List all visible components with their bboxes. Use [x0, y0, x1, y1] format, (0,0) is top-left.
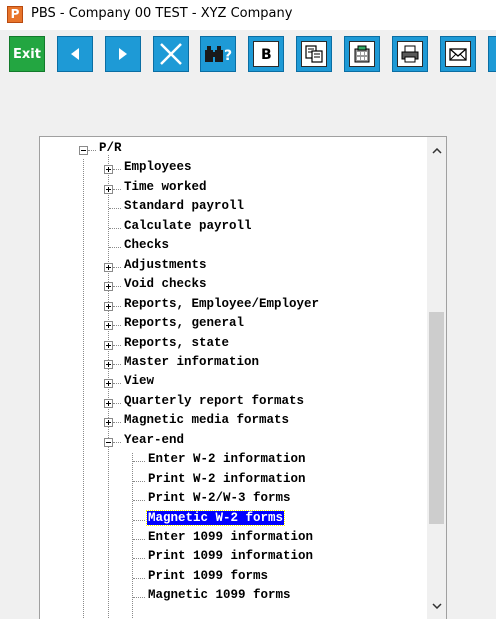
- window-title: PBS - Company 00 TEST - XYZ Company: [31, 6, 293, 21]
- tree-node-label: Adjustments: [124, 257, 207, 272]
- tree-node-print-1099-forms[interactable]: Print 1099 forms: [40, 569, 420, 588]
- tree-node-magnetic-media-formats[interactable]: Magnetic media formats: [40, 413, 420, 432]
- calculator-icon: [349, 41, 375, 67]
- tree-node-pr[interactable]: P/R: [40, 141, 420, 160]
- tree-node-magnetic-1099-forms[interactable]: Magnetic 1099 forms: [40, 588, 420, 607]
- tree-node-label: Print 1099 information: [148, 549, 314, 564]
- tree-node-magnetic-w-2-forms[interactable]: Magnetic W-2 forms: [40, 509, 420, 530]
- tree-node-label: Void checks: [124, 277, 207, 292]
- tree-node-enter-w-2-information[interactable]: Enter W-2 information: [40, 452, 420, 471]
- cancel-x-icon: [158, 41, 184, 67]
- tree-node-reports-state[interactable]: Reports, state: [40, 336, 420, 355]
- find-binoculars-icon: ?: [203, 42, 233, 66]
- copy-button[interactable]: [296, 36, 332, 72]
- expand-icon[interactable]: [104, 301, 113, 311]
- toolbar-overflow-button[interactable]: [488, 36, 496, 72]
- scroll-down-button[interactable]: [427, 596, 446, 615]
- svg-text:B: B: [261, 47, 272, 62]
- print-button[interactable]: [392, 36, 428, 72]
- tree-node-label: Reports, general: [124, 316, 245, 331]
- tree-node-label: P/R: [99, 141, 122, 155]
- tree-node-reports-employee-employer[interactable]: Reports, Employee/Employer: [40, 297, 420, 316]
- tree-node-label: Magnetic media formats: [124, 413, 290, 428]
- tree-node-label: Checks: [124, 238, 170, 253]
- tree-node-checks[interactable]: Checks: [40, 238, 420, 257]
- title-bar: P PBS - Company 00 TEST - XYZ Company: [0, 0, 496, 30]
- selected-tree-node-label: Magnetic W-2 forms: [145, 509, 286, 526]
- expand-icon[interactable]: [104, 359, 113, 369]
- collapse-icon[interactable]: [104, 437, 113, 447]
- toolbar: Exit ? B: [0, 33, 496, 79]
- tree-node-label: Calculate payroll: [124, 218, 252, 233]
- tree-node-label: Print W-2 information: [148, 471, 306, 486]
- tree-node-reports-general[interactable]: Reports, general: [40, 316, 420, 335]
- tree-node-year-end[interactable]: Year-end: [40, 433, 420, 452]
- tree-node-label: Standard payroll: [124, 199, 245, 214]
- tree-node-label: Quarterly report formats: [124, 393, 305, 408]
- svg-text:?: ?: [224, 48, 232, 64]
- tree-node-void-checks[interactable]: Void checks: [40, 277, 420, 296]
- expand-icon[interactable]: [104, 282, 113, 292]
- tree-node-adjustments[interactable]: Adjustments: [40, 258, 420, 277]
- prev-arrow-icon: [68, 46, 82, 62]
- tree-node-label: View: [124, 374, 155, 389]
- tree-node-label: Reports, Employee/Employer: [124, 296, 320, 311]
- expand-icon[interactable]: [104, 418, 113, 428]
- exit-button[interactable]: Exit: [9, 36, 45, 72]
- tree-node-calculate-payroll[interactable]: Calculate payroll: [40, 219, 420, 238]
- tree-node-label: Magnetic 1099 forms: [148, 588, 291, 603]
- collapse-icon[interactable]: [79, 146, 88, 155]
- tree-node-view[interactable]: View: [40, 374, 420, 393]
- app-icon: P: [7, 6, 23, 23]
- find-button[interactable]: ?: [200, 36, 236, 72]
- print-icon: [397, 41, 423, 67]
- expand-icon[interactable]: [104, 184, 113, 194]
- menu-tree-panel: P/R Employees Time worked Standard payroll…: [39, 136, 447, 619]
- tree-node-label: Print W-2/W-3 forms: [148, 491, 291, 506]
- expand-icon[interactable]: [104, 398, 113, 408]
- expand-icon[interactable]: [104, 379, 113, 389]
- expand-icon[interactable]: [104, 340, 113, 350]
- previous-button[interactable]: [57, 36, 93, 72]
- tree-node-label: Reports, state: [124, 335, 230, 350]
- browse-button[interactable]: B: [248, 36, 284, 72]
- tree-node-label: Master information: [124, 354, 260, 369]
- scroll-thumb[interactable]: [429, 312, 444, 524]
- tree-node-employees[interactable]: Employees: [40, 160, 420, 179]
- copy-icon: [301, 41, 327, 67]
- tree-node-label: Enter 1099 information: [148, 530, 314, 544]
- mail-icon: [445, 41, 471, 67]
- tree-node-print-1099-information[interactable]: Print 1099 information: [40, 549, 420, 568]
- tree-node-time-worked[interactable]: Time worked: [40, 180, 420, 199]
- tree-node-label: Print 1099 forms: [148, 568, 269, 583]
- scroll-up-button[interactable]: [427, 141, 446, 160]
- tree-node-print-w-2-information[interactable]: Print W-2 information: [40, 472, 420, 491]
- tree-node-standard-payroll[interactable]: Standard payroll: [40, 199, 420, 218]
- vertical-scrollbar[interactable]: [427, 137, 446, 619]
- tree-node-label: Enter W-2 information: [148, 452, 306, 467]
- browse-b-icon: B: [253, 41, 279, 67]
- tree-node-label: Employees: [124, 160, 192, 175]
- cancel-button[interactable]: [153, 36, 189, 72]
- tree-node-enter-1099-information[interactable]: Enter 1099 information: [40, 530, 420, 549]
- expand-icon[interactable]: [104, 262, 113, 272]
- mail-button[interactable]: [440, 36, 476, 72]
- tree-node-master-information[interactable]: Master information: [40, 355, 420, 374]
- next-button[interactable]: [105, 36, 141, 72]
- expand-icon[interactable]: [104, 165, 113, 175]
- tree-node-label: Time worked: [124, 179, 207, 194]
- tree-node-quarterly-report-formats[interactable]: Quarterly report formats: [40, 394, 420, 413]
- next-arrow-icon: [116, 46, 130, 62]
- tree-node-label: Year-end: [124, 432, 185, 447]
- expand-icon[interactable]: [104, 321, 113, 331]
- calculator-button[interactable]: [344, 36, 380, 72]
- tree-node-print-w-2-w-3-forms[interactable]: Print W-2/W-3 forms: [40, 491, 420, 510]
